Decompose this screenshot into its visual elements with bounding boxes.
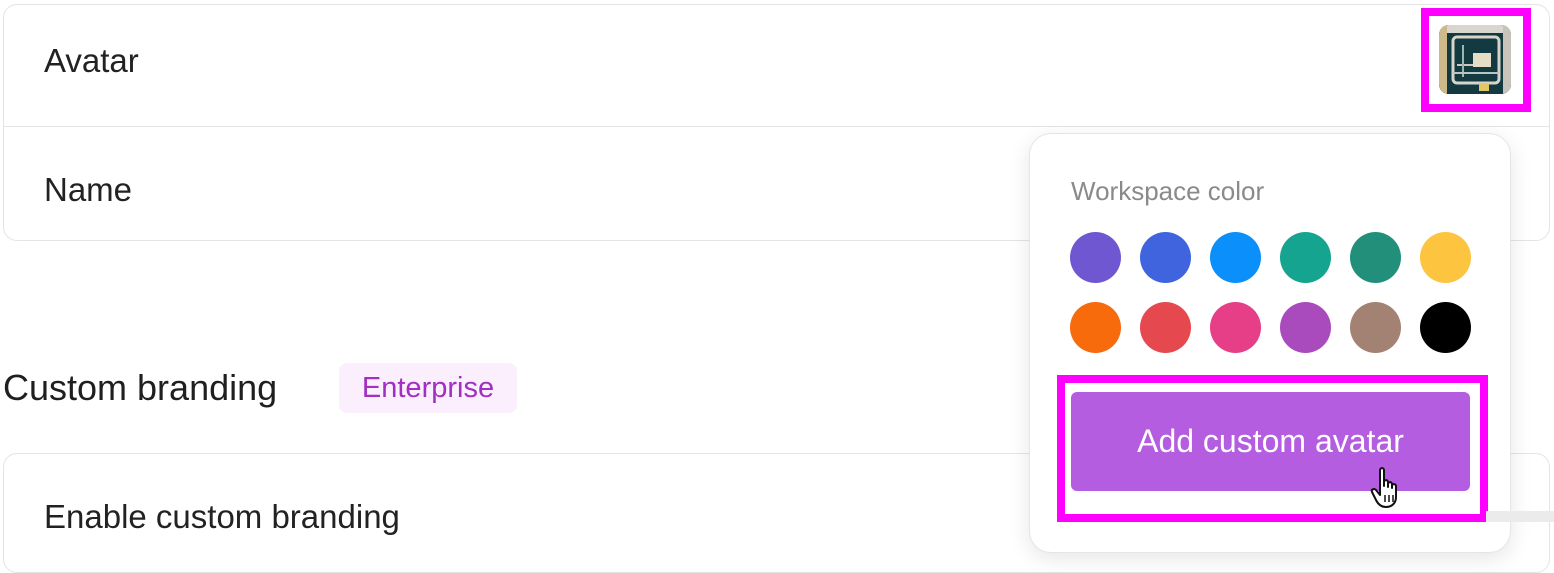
enterprise-badge: Enterprise — [339, 363, 517, 413]
color-swatch-red[interactable] — [1140, 302, 1191, 353]
enable-branding-label: Enable custom branding — [44, 498, 400, 535]
color-swatch-brown[interactable] — [1350, 302, 1401, 353]
color-swatch-teal[interactable] — [1280, 232, 1331, 283]
workspace-avatar-image[interactable] — [1439, 25, 1511, 94]
color-swatch-violet[interactable] — [1280, 302, 1331, 353]
color-swatch-yellow[interactable] — [1420, 232, 1471, 283]
avatar-row: Avatar — [4, 5, 1549, 127]
hand-pointer-cursor-icon — [1370, 467, 1397, 508]
color-swatch-purple[interactable] — [1070, 232, 1121, 283]
custom-branding-title: Custom branding — [3, 367, 278, 408]
avatar-label: Avatar — [44, 42, 139, 79]
color-swatch-blue[interactable] — [1140, 232, 1191, 283]
add-custom-avatar-button[interactable]: Add custom avatar — [1071, 392, 1470, 491]
color-swatch-black[interactable] — [1420, 302, 1471, 353]
workspace-color-heading: Workspace color — [1071, 176, 1265, 206]
color-swatch-pink[interactable] — [1210, 302, 1261, 353]
background-panel-edge — [1486, 511, 1554, 522]
name-label: Name — [44, 171, 133, 208]
color-swatch-dark-teal[interactable] — [1350, 232, 1401, 283]
circuit-board-image-icon — [1439, 25, 1511, 94]
color-swatch-sky-blue[interactable] — [1210, 232, 1261, 283]
color-swatch-orange[interactable] — [1070, 302, 1121, 353]
